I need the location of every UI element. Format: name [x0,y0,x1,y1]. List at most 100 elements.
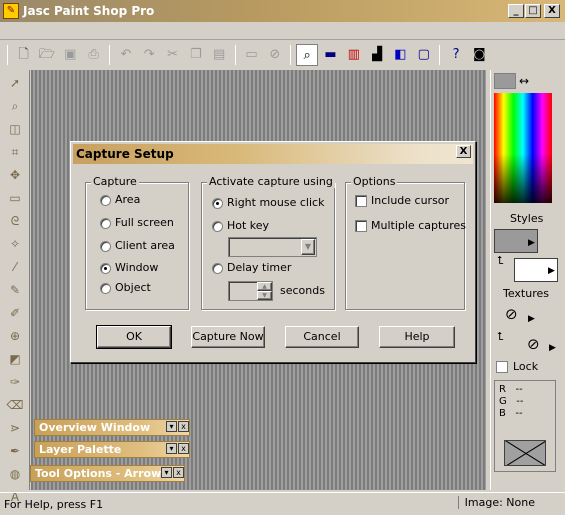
delay-timer-radio[interactable] [212,263,223,274]
capture-object-label: Object [115,281,151,294]
mover-tool-icon[interactable]: ✥ [4,165,26,185]
color-picker-spectrum[interactable] [494,93,552,203]
cut-icon[interactable]: ✂ [162,44,183,66]
no-texture-icon[interactable]: ⊘ [505,305,518,323]
retouch-tool-icon[interactable]: ◩ [4,349,26,369]
lock-label: Lock [513,360,539,373]
app-icon[interactable]: ✎ [3,3,19,19]
texture-dropdown-arrow-icon[interactable]: ▶ [528,314,535,324]
palette-collapse-icon[interactable]: ▾ [161,467,172,478]
current-color-swatch[interactable] [494,73,516,89]
b-label: B [499,408,506,419]
dropper-tool-icon[interactable]: ⁄ [4,257,26,277]
color-replacer-icon[interactable]: ⊕ [4,326,26,346]
status-bar: For Help, press F1 Image: None [0,492,565,515]
context-help-icon[interactable]: ? [445,44,466,66]
close-button[interactable]: X [544,4,560,18]
capture-area-radio[interactable] [100,195,111,206]
magic-wand-icon[interactable]: ✧ [4,234,26,254]
palette-collapse-icon[interactable]: ▾ [166,421,177,432]
lock-checkbox[interactable] [496,361,508,373]
swap-arrow-icon[interactable]: ↔ [517,73,531,89]
open-folder-icon[interactable]: 🗁 [36,44,57,66]
g-label: G [499,396,507,407]
palette-collapse-icon[interactable]: ▾ [166,443,177,454]
deform-tool-icon[interactable]: ◫ [4,119,26,139]
multiple-captures-checkbox[interactable] [355,220,367,232]
save-icon[interactable]: ▣ [60,44,81,66]
toolbar-separator [290,45,292,65]
textures-label: Textures [503,287,549,300]
copy-icon[interactable]: ❐ [185,44,206,66]
capture-client-area-radio[interactable] [100,241,111,252]
bg-style-dropdown-arrow-icon[interactable]: ▶ [548,266,555,276]
swap-styles-icon[interactable]: ⮤ [497,254,504,268]
clone-tool-icon[interactable]: ✐ [4,303,26,323]
spin-down-icon[interactable]: ▼ [257,291,272,300]
overview-window-bar[interactable]: Overview Window ▾ x [34,419,190,436]
overview-icon[interactable]: ▢ [413,44,434,66]
palette-close-icon[interactable]: x [178,443,189,454]
layer-palette-label: Layer Palette [39,443,122,456]
swap-textures-icon[interactable]: ⮤ [497,330,504,344]
r-label: R [499,384,506,395]
right-mouse-click-radio[interactable] [212,198,223,209]
layers-icon[interactable]: ◧ [390,44,411,66]
spin-up-icon[interactable]: ▲ [257,282,272,291]
capture-full-screen-radio[interactable] [100,218,111,229]
arrow-tool-icon[interactable]: ➚ [4,73,26,93]
capture-window-radio[interactable] [100,263,111,274]
paste-icon[interactable]: ▤ [209,44,230,66]
airbrush-tool-icon[interactable]: ✒ [4,441,26,461]
paintbrush-tool-icon[interactable]: ✎ [4,280,26,300]
tool-palette: ➚ ⌕ ◫ ⌗ ✥ ▭ ᘓ ✧ ⁄ ✎ ✐ ⊕ ◩ ✑ ⌫ ⋗ ✒ ◍ A [0,70,30,504]
tool-options-label: Tool Options - Arrow [35,467,162,480]
maximize-button[interactable]: □ [525,4,541,18]
cancel-button[interactable]: Cancel [285,326,359,348]
include-cursor-checkbox[interactable] [355,195,367,207]
style-dropdown-arrow-icon[interactable]: ▶ [528,238,535,248]
new-file-icon[interactable]: 🗋 [13,44,34,66]
capture-group-label: Capture [91,175,139,188]
hot-key-radio[interactable] [212,221,223,232]
freehand-tool-icon[interactable]: ᘓ [4,211,26,231]
title-bar: ✎ Jasc Paint Shop Pro [0,0,565,22]
bg-texture-dropdown-arrow-icon[interactable]: ▶ [549,343,556,353]
zoom-tool-icon[interactable]: ⌕ [4,96,26,116]
capture-icon[interactable]: ◙ [469,44,490,66]
no-entry-icon[interactable]: ⊘ [264,44,285,66]
tool-options-bar[interactable]: Tool Options - Arrow ▾ x [30,465,185,482]
minimize-button[interactable]: _ [508,4,524,18]
ok-button[interactable]: OK [96,325,172,349]
palette-close-icon[interactable]: x [178,421,189,432]
picture-tube-icon[interactable]: ⋗ [4,418,26,438]
toolbar-grip [7,45,8,65]
monitor-icon[interactable]: ▭ [241,44,262,66]
help-button[interactable]: Help [379,326,455,348]
hot-key-dropdown-arrow-icon[interactable]: ▼ [301,239,315,255]
bg-no-texture-icon[interactable]: ⊘ [527,335,540,353]
palette-close-icon[interactable]: x [173,467,184,478]
scratch-remover-icon[interactable]: ✑ [4,372,26,392]
delay-unit-label: seconds [280,284,325,297]
print-icon[interactable]: ⎙ [83,44,104,66]
color-palette-icon[interactable]: ▥ [343,44,364,66]
eraser-tool-icon[interactable]: ⌫ [4,395,26,415]
histogram-icon[interactable]: ▟ [366,44,387,66]
app-title: Jasc Paint Shop Pro [23,4,155,18]
tool-options-icon[interactable]: ▬ [320,44,341,66]
magnifier-icon[interactable]: ⌕ [296,44,318,66]
crop-tool-icon[interactable]: ⌗ [4,142,26,162]
dialog-title: Capture Setup [76,147,174,161]
capture-area-label: Area [115,193,141,206]
dialog-close-button[interactable]: X [456,145,471,158]
capture-now-button[interactable]: Capture Now [191,326,265,348]
capture-setup-dialog: Capture Setup X Capture Area Full screen… [70,141,476,363]
fill-tool-icon[interactable]: ◍ [4,464,26,484]
status-image-info: Image: None [457,496,535,509]
undo-icon[interactable]: ↶ [115,44,136,66]
layer-palette-bar[interactable]: Layer Palette ▾ x [34,441,190,458]
capture-object-radio[interactable] [100,283,111,294]
redo-icon[interactable]: ↷ [139,44,160,66]
selection-tool-icon[interactable]: ▭ [4,188,26,208]
